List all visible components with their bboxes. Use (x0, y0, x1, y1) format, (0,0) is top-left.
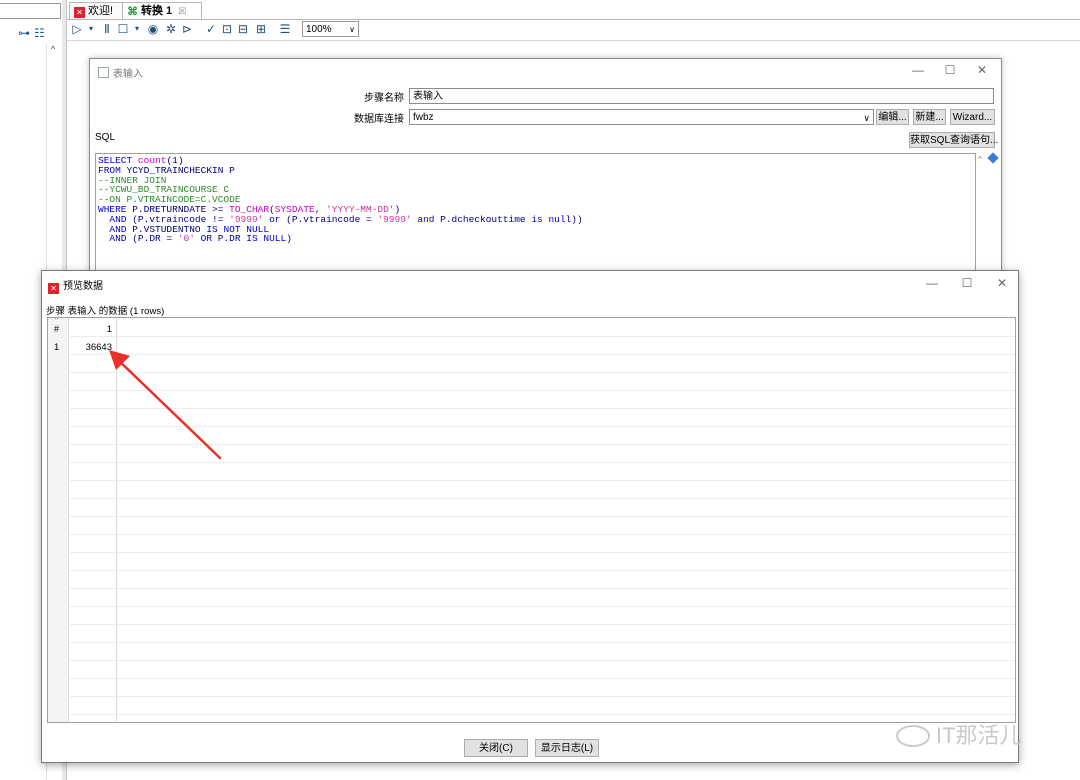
dialog-title-text: 表输入 (113, 69, 143, 80)
grid-row-line (68, 516, 1015, 517)
grid-row-line (68, 588, 1015, 589)
grid-row-line (68, 534, 1015, 535)
tab-welcome[interactable]: ✕ 欢迎! (69, 2, 127, 19)
grid-row-line (68, 606, 1015, 607)
minimize-button[interactable]: — (908, 63, 928, 77)
grid-row-line (68, 660, 1015, 661)
arrow-shaft (112, 354, 222, 460)
annotation-arrow (109, 350, 222, 460)
chevron-down-icon: ∨ (863, 113, 870, 123)
show-log-button[interactable]: 显示日志(L) (535, 739, 599, 757)
grid-row-line (68, 714, 1015, 715)
grid-row-line (68, 570, 1015, 571)
zoom-value: 100% (306, 24, 332, 35)
pause-icon[interactable]: Ⅱ (99, 21, 115, 37)
grid-row-line (68, 678, 1015, 679)
close-preview-button[interactable]: 关闭(C) (464, 739, 528, 757)
explore-db-icon[interactable]: ⊞ (253, 21, 269, 37)
replay-icon[interactable]: ⊳ (179, 21, 195, 37)
toolbar: ▷ ▾ Ⅱ ☐ ▾ ◉ ✲ ⊳ ✓ ⊡ ⊟ ⊞ ☰ 100% ∨ (67, 20, 1080, 41)
run-dropdown-icon[interactable]: ▾ (83, 21, 99, 37)
connection-label: 数据库连接 (354, 114, 404, 125)
analyze-icon[interactable]: ⊡ (219, 21, 235, 37)
column-header-index[interactable]: # (54, 324, 59, 334)
zoom-select[interactable]: 100% ∨ (302, 21, 359, 37)
preview-icon[interactable]: ◉ (145, 21, 161, 37)
wechat-icon (896, 725, 930, 747)
expand-tree-icon[interactable]: ⊶ (18, 26, 34, 40)
tab-bar: ✕ 欢迎! ⌘ 转换 1 ☒ (67, 0, 1080, 20)
sql-icon[interactable]: ⊟ (235, 21, 251, 37)
layout-icon[interactable]: ☰ (277, 21, 293, 37)
transform-icon: ⌘ (127, 6, 138, 18)
left-toolbar: ⊶☷ (18, 26, 49, 40)
column-header[interactable]: 1 (68, 324, 112, 335)
tab-close-icon[interactable]: ☒ (178, 6, 186, 16)
tab-transform[interactable]: ⌘ 转换 1 ☒ (122, 2, 202, 19)
scroll-up-icon[interactable]: ^ (978, 155, 982, 164)
grid-row-line (68, 552, 1015, 553)
sql-label: SQL (95, 132, 116, 143)
grid-row-line (68, 498, 1015, 499)
verify-icon[interactable]: ✓ (203, 21, 219, 37)
preview-caption: 步骤 表输入 的数据 (1 rows) (46, 306, 165, 317)
info-icon[interactable] (987, 152, 999, 164)
sql-line: FROM YCYD_TRAINCHECKIN P (98, 164, 235, 176)
sort-up-icon[interactable]: ^ (55, 318, 58, 324)
list-view-icon[interactable]: ☷ (34, 26, 49, 40)
grid-row-line (68, 480, 1015, 481)
get-sql-button[interactable]: 获取SQL查询语句... (909, 132, 998, 148)
row-header-column (48, 318, 69, 722)
debug-icon[interactable]: ✲ (163, 21, 179, 37)
dialog-title: 表输入 (98, 65, 143, 80)
new-connection-button[interactable]: 新建... (913, 109, 946, 125)
sql-comment-line: --INNER JOIN (98, 174, 167, 186)
dialog-title-text: 预览数据 (63, 281, 103, 292)
maximize-button[interactable]: ☐ (940, 63, 960, 77)
connection-select[interactable]: fwbz ∨ (409, 109, 874, 125)
row-number: 1 (54, 342, 60, 353)
close-button[interactable]: ✕ (972, 63, 992, 77)
minimize-button[interactable]: — (922, 276, 942, 290)
connection-value: fwbz (413, 112, 434, 123)
table-input-icon (98, 67, 109, 78)
wizard-button[interactable]: Wizard... (950, 109, 995, 125)
tab-label: 转换 1 (141, 5, 173, 17)
grid-row-line (68, 696, 1015, 697)
kettle-logo-icon: ✕ (74, 7, 85, 18)
dialog-title: ✕ 预览数据 (48, 277, 103, 294)
watermark: IT那活儿 (896, 718, 1022, 750)
step-name-label: 步骤名称 (364, 93, 404, 104)
step-name-input[interactable]: 表输入 (409, 88, 994, 104)
grid-row-line (68, 642, 1015, 643)
scroll-up-icon[interactable]: ^ (46, 44, 60, 58)
tab-label: 欢迎! (88, 5, 114, 17)
stop-dropdown-icon[interactable]: ▾ (129, 21, 145, 37)
maximize-button[interactable]: ☐ (957, 276, 977, 290)
kettle-logo-icon: ✕ (48, 283, 59, 294)
sql-line: AND (P.DR = '0' OR P.DR IS NULL) (109, 233, 292, 245)
close-button[interactable]: ✕ (992, 276, 1012, 290)
left-search-input[interactable] (0, 3, 61, 19)
grid-row-line (68, 624, 1015, 625)
chevron-down-icon: ∨ (349, 25, 355, 34)
grid-row-line (68, 336, 1015, 337)
watermark-text: IT那活儿 (936, 723, 1022, 748)
edit-connection-button[interactable]: 编辑... (876, 109, 909, 125)
